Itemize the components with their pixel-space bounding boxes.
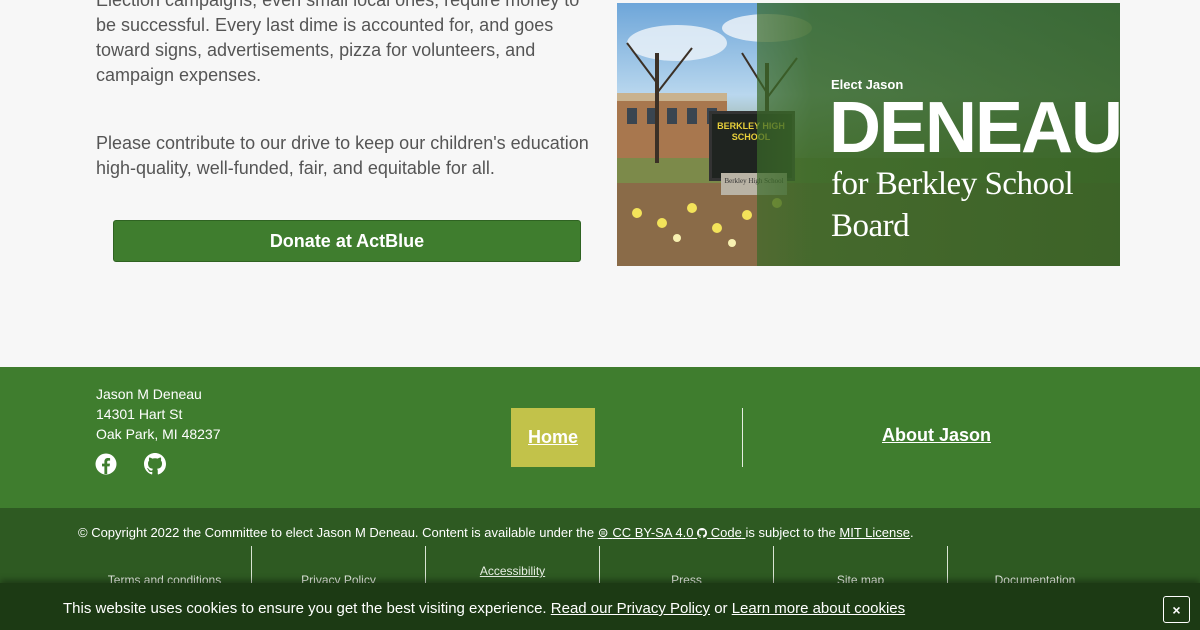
donate-intro: Election campaigns, even small local one…	[96, 0, 596, 181]
footer-nav-about-jason[interactable]: About Jason	[882, 425, 991, 446]
close-icon: ×	[1172, 601, 1181, 618]
license-link[interactable]: ⊜ CC BY-SA 4.0	[598, 525, 697, 540]
cc-icon: ⊜	[597, 525, 609, 540]
github-small-icon	[697, 528, 708, 538]
facebook-icon[interactable]	[95, 453, 117, 475]
donate-button[interactable]: Donate at ActBlue	[113, 220, 581, 262]
footer-nav-divider	[742, 408, 743, 467]
github-icon[interactable]	[144, 453, 166, 475]
banner-subtitle: for Berkley School Board	[831, 166, 1074, 244]
cookie-message: This website uses cookies to ensure you …	[63, 600, 905, 617]
cookie-banner: This website uses cookies to ensure you …	[0, 583, 1200, 630]
code-link-label: Code	[710, 525, 742, 540]
address-city: Oak Park, MI 48237	[96, 426, 221, 442]
footer-nav-home[interactable]: Home	[511, 408, 595, 467]
footer-address: Jason M Deneau 14301 Hart St Oak Park, M…	[96, 384, 221, 444]
cookie-message-text: This website uses cookies to ensure you …	[63, 600, 547, 617]
license-link-label: CC BY-SA 4.0	[612, 525, 694, 540]
intro-paragraph-2: Please contribute to our drive to keep o…	[96, 133, 589, 178]
site-footer: Jason M Deneau 14301 Hart St Oak Park, M…	[0, 367, 1200, 508]
code-link[interactable]: Code	[697, 525, 745, 540]
copyright-line: © Copyright 2022 the Committee to elect …	[78, 525, 914, 541]
code-license-text: is subject to the	[745, 525, 836, 540]
address-street: 14301 Hart St	[96, 406, 183, 422]
copyright-end: .	[909, 525, 914, 540]
intro-paragraph-1: Election campaigns, even small local one…	[96, 0, 580, 85]
campaign-banner-image: BERKLEY HIGH SCHOOL Berkley High School …	[617, 3, 1120, 266]
cookie-learn-more-link[interactable]: Learn more about cookies	[732, 600, 905, 617]
address-name: Jason M Deneau	[96, 386, 202, 402]
mit-license-link[interactable]: MIT License	[839, 525, 910, 540]
banner-candidate-name: DENEAU	[829, 88, 1120, 168]
cookie-or-text: or	[714, 600, 728, 617]
cookie-close-button[interactable]: ×	[1163, 596, 1190, 623]
cookie-privacy-link[interactable]: Read our Privacy Policy	[551, 600, 710, 617]
copyright-text: © Copyright 2022 the Committee to elect …	[78, 525, 595, 540]
